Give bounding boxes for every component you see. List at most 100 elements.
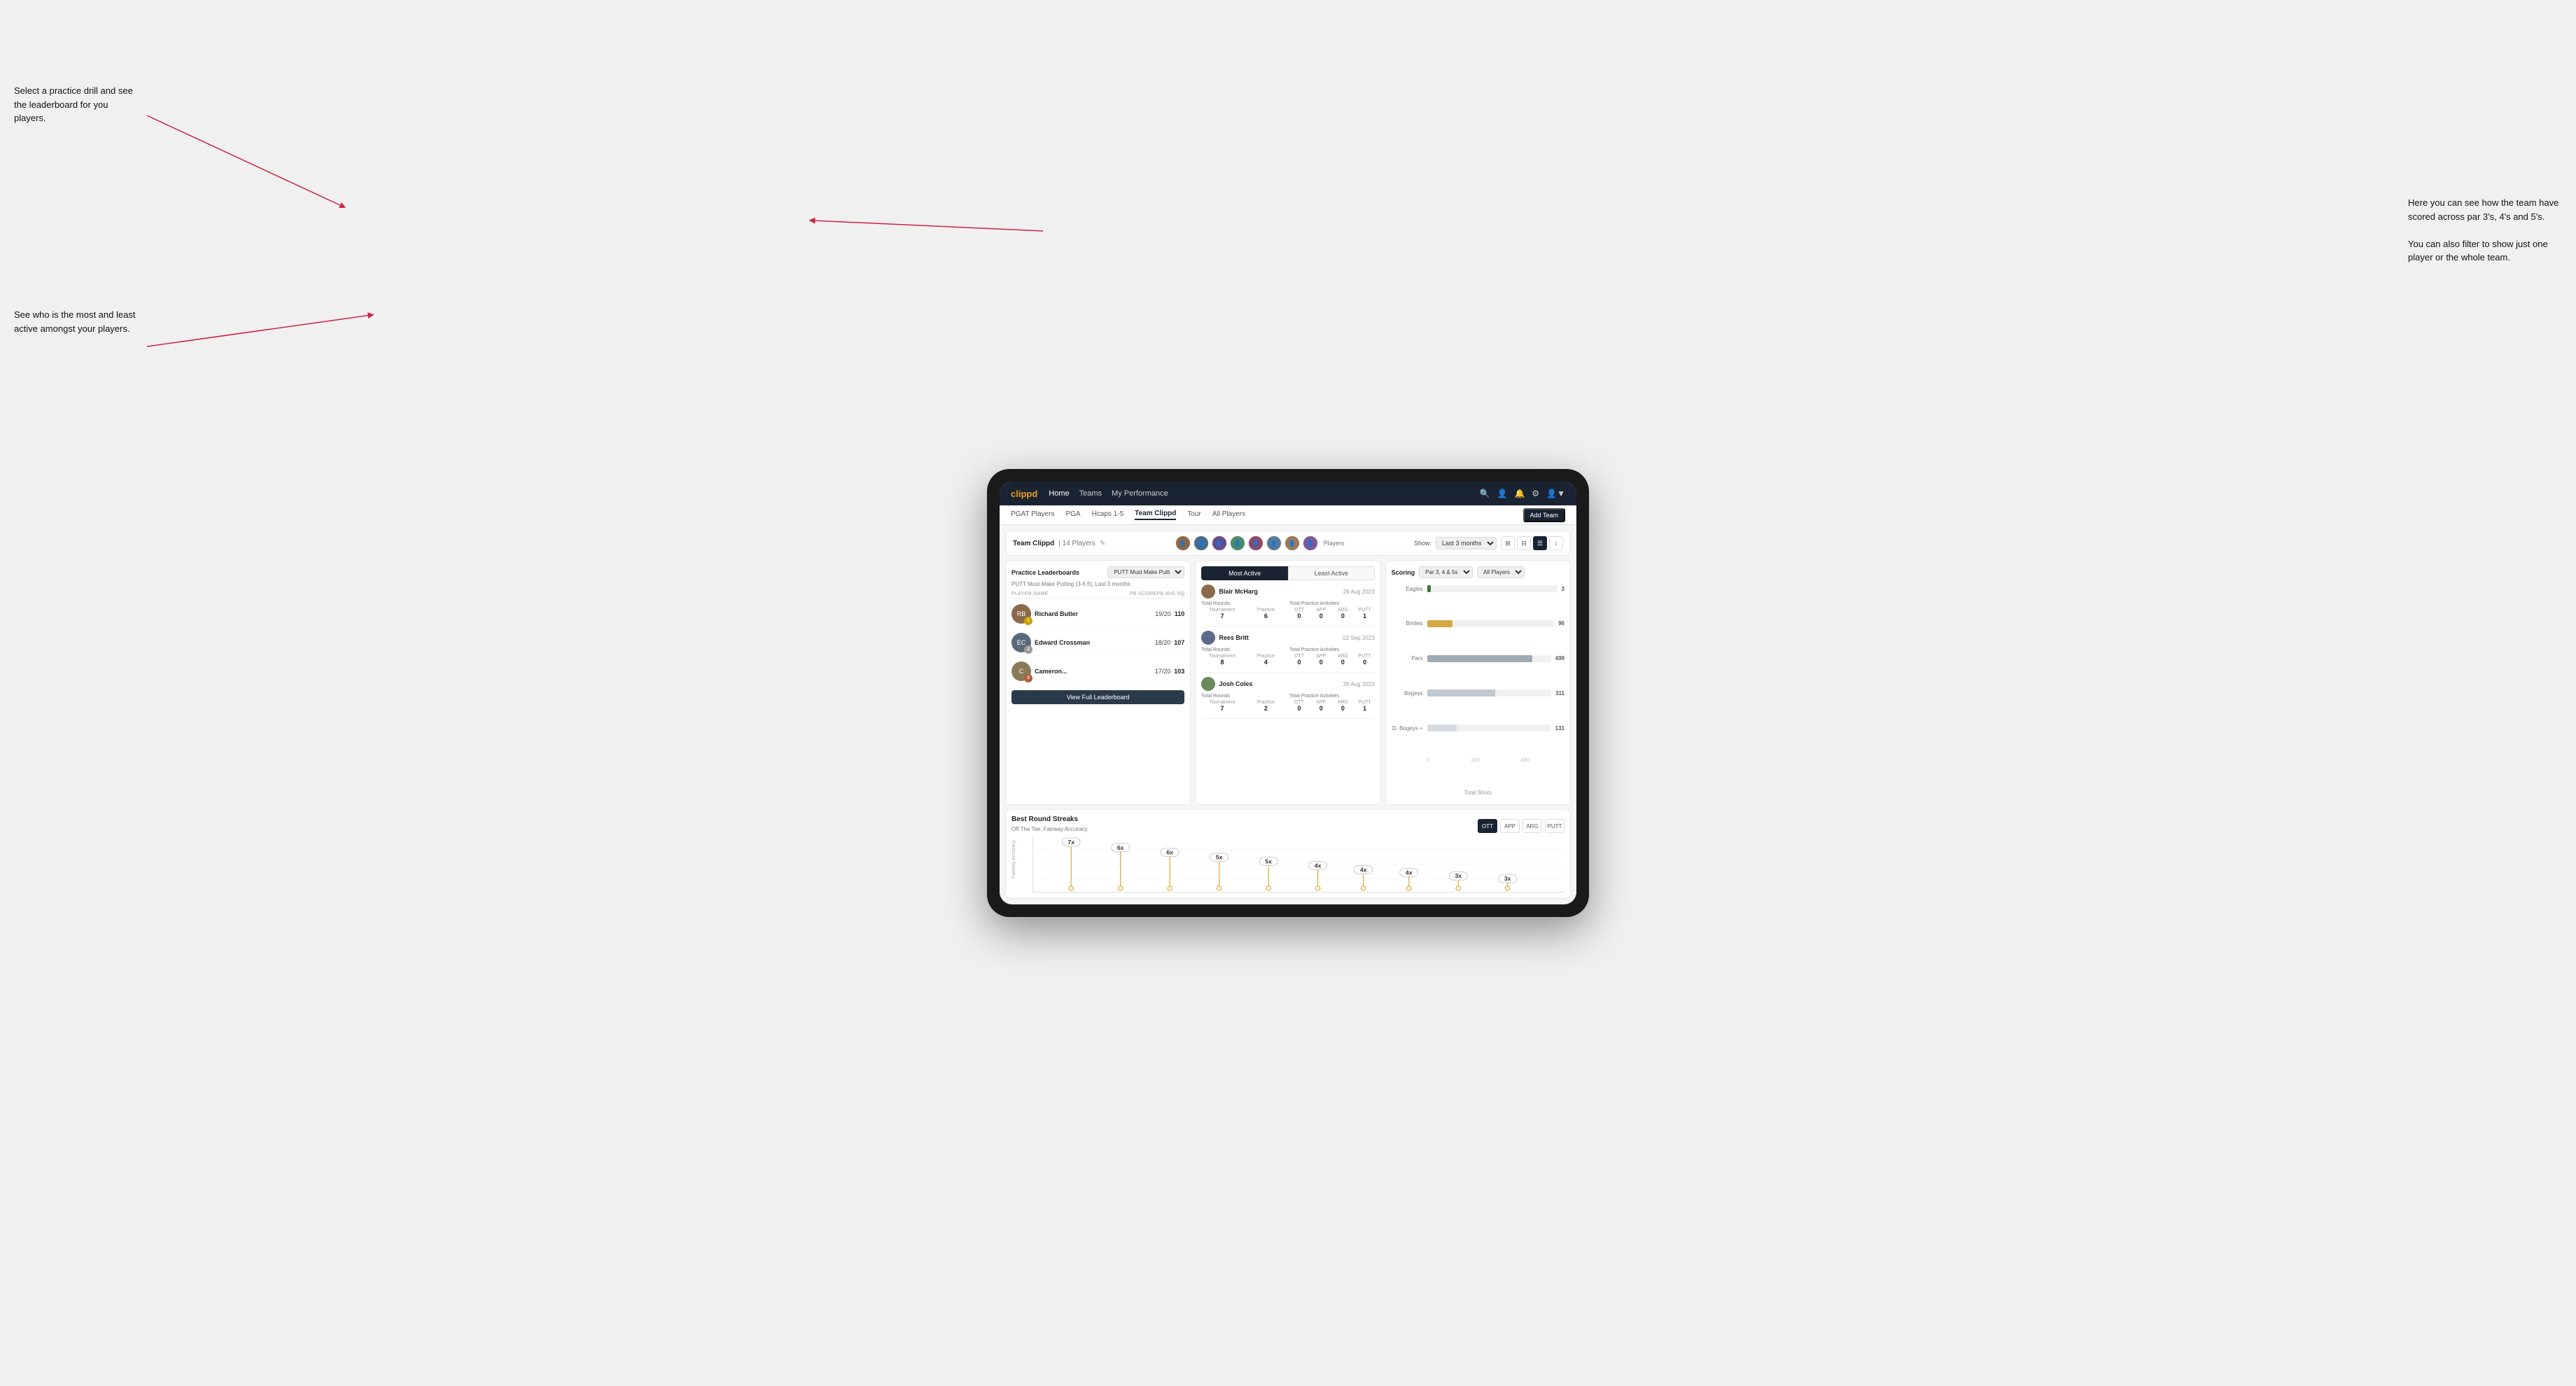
list-view-btn[interactable]: ☰: [1533, 536, 1547, 550]
bar-value-pars: 499: [1555, 655, 1564, 662]
pa-date-1: 26 Aug 2023: [1343, 589, 1375, 595]
subnav-hcaps[interactable]: Hcaps 1-5: [1092, 510, 1124, 519]
par-filter-select[interactable]: Par 3, 4 & 5s: [1419, 566, 1473, 578]
subnav-tour[interactable]: Tour: [1187, 510, 1200, 519]
nav-my-performance[interactable]: My Performance: [1112, 489, 1168, 498]
pa-rounds-2: Total Rounds Tournament8 Practice4: [1201, 648, 1287, 666]
subnav-pga[interactable]: PGA: [1065, 510, 1080, 519]
bar-value-bogeys: 311: [1555, 690, 1564, 696]
subnav-team-clippd[interactable]: Team Clippd: [1135, 510, 1176, 520]
svg-text:5x: 5x: [1216, 854, 1223, 861]
annotation-top-right: Here you can see how the team have score…: [2408, 196, 2562, 265]
svg-text:3x: 3x: [1504, 876, 1511, 883]
axis-400: 400: [1520, 758, 1529, 763]
team-count: | 14 Players: [1058, 540, 1096, 547]
scoring-header: Scoring Par 3, 4 & 5s All Players: [1392, 566, 1564, 578]
avatar-2[interactable]: 👤: [1194, 536, 1209, 551]
col-pb-avg: PB AVG SQ: [1156, 592, 1184, 596]
streaks-title: Best Round Streaks: [1011, 816, 1088, 823]
pa-header-2: Rees Britt 02 Sep 2023: [1201, 631, 1374, 645]
show-controls: Show: Last 3 months Last 6 months Last y…: [1414, 536, 1563, 550]
svg-text:5x: 5x: [1265, 858, 1272, 865]
svg-text:4x: 4x: [1315, 862, 1322, 869]
pa-name-3: Josh Coles: [1219, 680, 1252, 687]
player-2-avg: 107: [1174, 639, 1184, 646]
player-2-name: Edward Crossman: [1035, 639, 1152, 646]
streak-svg: 7x 6x 6x: [1033, 836, 1564, 892]
avatar-icon[interactable]: 👤▼: [1546, 489, 1565, 498]
annotation-bottom-left: See who is the most and least active amo…: [14, 308, 140, 335]
player-avatars: 👤 👤 👤 👤 👤 👤 👤 👤 Players: [1175, 536, 1345, 551]
lb-table-header: PLAYER NAME PB SCORE PB AVG SQ: [1011, 590, 1184, 598]
col-player-name: PLAYER NAME: [1011, 592, 1130, 596]
pa-rounds-1: Total Rounds Tournament7 Practice6: [1201, 601, 1287, 620]
bell-icon[interactable]: 🔔: [1514, 489, 1525, 498]
avatar-7[interactable]: 👤: [1284, 536, 1300, 551]
leaderboard-header: Practice Leaderboards PUTT Must Make Put…: [1011, 566, 1184, 578]
tablet-screen: clippd Home Teams My Performance 🔍 👤 🔔 ⚙…: [1000, 482, 1576, 904]
rank-badge-2: 2: [1024, 645, 1032, 654]
activity-card: Most Active Least Active Blair McHarg 26…: [1195, 560, 1380, 805]
avatar-5[interactable]: 👤: [1248, 536, 1264, 551]
axis-0: 0: [1427, 758, 1430, 763]
pa-avatar-1: [1201, 584, 1215, 598]
edit-team-icon[interactable]: ✎: [1100, 540, 1105, 547]
drill-select[interactable]: PUTT Must Make Putting: [1107, 566, 1184, 578]
arg-filter-btn[interactable]: ARG: [1522, 819, 1542, 833]
avatar-4[interactable]: 👤: [1230, 536, 1245, 551]
rank-badge-1: 1: [1024, 617, 1032, 625]
tab-least-active[interactable]: Least Active: [1288, 566, 1375, 580]
sort-btn[interactable]: ↕: [1549, 536, 1563, 550]
nav-links: Home Teams My Performance: [1049, 489, 1479, 498]
subnav-pgat[interactable]: PGAT Players: [1011, 510, 1054, 519]
col-pb-score: PB SCORE: [1130, 592, 1157, 596]
view-leaderboard-btn[interactable]: View Full Leaderboard: [1011, 690, 1184, 704]
settings-icon[interactable]: ⚙: [1532, 489, 1539, 498]
bar-fill-dbogeys: [1427, 724, 1457, 732]
user-icon[interactable]: 👤: [1497, 489, 1508, 498]
bar-track-birdies: [1427, 620, 1554, 627]
app-filter-btn[interactable]: APP: [1500, 819, 1520, 833]
pa-practice-2: Total Practice Activities OTT0 APP0 ARG0…: [1289, 648, 1375, 666]
bar-value-birdies: 96: [1558, 620, 1564, 626]
bar-label-bogeys: Bogeys: [1392, 690, 1423, 696]
bar-bogeys: Bogeys 311: [1392, 690, 1564, 696]
nav-home[interactable]: Home: [1049, 489, 1069, 498]
scoring-title: Scoring: [1392, 569, 1415, 576]
pa-practice-3: Total Practice Activities OTT0 APP0 ARG0…: [1289, 694, 1375, 712]
putt-filter-btn[interactable]: PUTT: [1545, 819, 1564, 833]
streaks-subtitle: Off The Tee, Fairway Accuracy: [1011, 826, 1088, 832]
bar-fill-bogeys: [1427, 690, 1496, 696]
search-icon[interactable]: 🔍: [1480, 489, 1490, 498]
bar-label-pars: Pars: [1392, 655, 1423, 662]
show-label: Show:: [1414, 540, 1432, 547]
bar-dbogeys: D. Bogeys + 131: [1392, 724, 1564, 732]
grid2-view-btn[interactable]: ⊞: [1501, 536, 1515, 550]
period-select[interactable]: Last 3 months Last 6 months Last year: [1436, 537, 1497, 550]
player-3-avatar: C 3: [1011, 662, 1031, 681]
avatar-1[interactable]: 👤: [1175, 536, 1191, 551]
navbar: clippd Home Teams My Performance 🔍 👤 🔔 ⚙…: [1000, 482, 1576, 505]
subnav-all-players[interactable]: All Players: [1212, 510, 1245, 519]
avatar-8[interactable]: 👤: [1303, 536, 1318, 551]
tab-most-active[interactable]: Most Active: [1201, 566, 1288, 580]
activity-item-2: Rees Britt 02 Sep 2023 Total Rounds Tour…: [1201, 631, 1374, 673]
nav-icons: 🔍 👤 🔔 ⚙ 👤▼: [1480, 489, 1565, 498]
svg-text:4x: 4x: [1360, 867, 1367, 874]
pa-avatar-2: [1201, 631, 1215, 645]
avatar-3[interactable]: 👤: [1212, 536, 1227, 551]
player-filter-select[interactable]: All Players: [1477, 566, 1525, 578]
svg-text:6x: 6x: [1166, 849, 1173, 856]
player-3-score: 17/20: [1155, 668, 1171, 675]
avatar-6[interactable]: 👤: [1266, 536, 1282, 551]
add-team-button[interactable]: Add Team: [1523, 508, 1565, 522]
player-1-score: 19/20: [1155, 610, 1171, 617]
rank-badge-3: 3: [1024, 674, 1032, 682]
nav-teams[interactable]: Teams: [1079, 489, 1102, 498]
grid3-view-btn[interactable]: ⊟: [1517, 536, 1531, 550]
player-row-3: C 3 Cameron... 17/20 103: [1011, 659, 1184, 685]
player-3-avg: 103: [1174, 668, 1184, 675]
main-content: Team Clippd | 14 Players ✎ 👤 👤 👤 👤 👤 👤 👤…: [1000, 525, 1576, 904]
chart-x-label: Total Shots: [1392, 790, 1564, 796]
ott-filter-btn[interactable]: OTT: [1478, 819, 1497, 833]
